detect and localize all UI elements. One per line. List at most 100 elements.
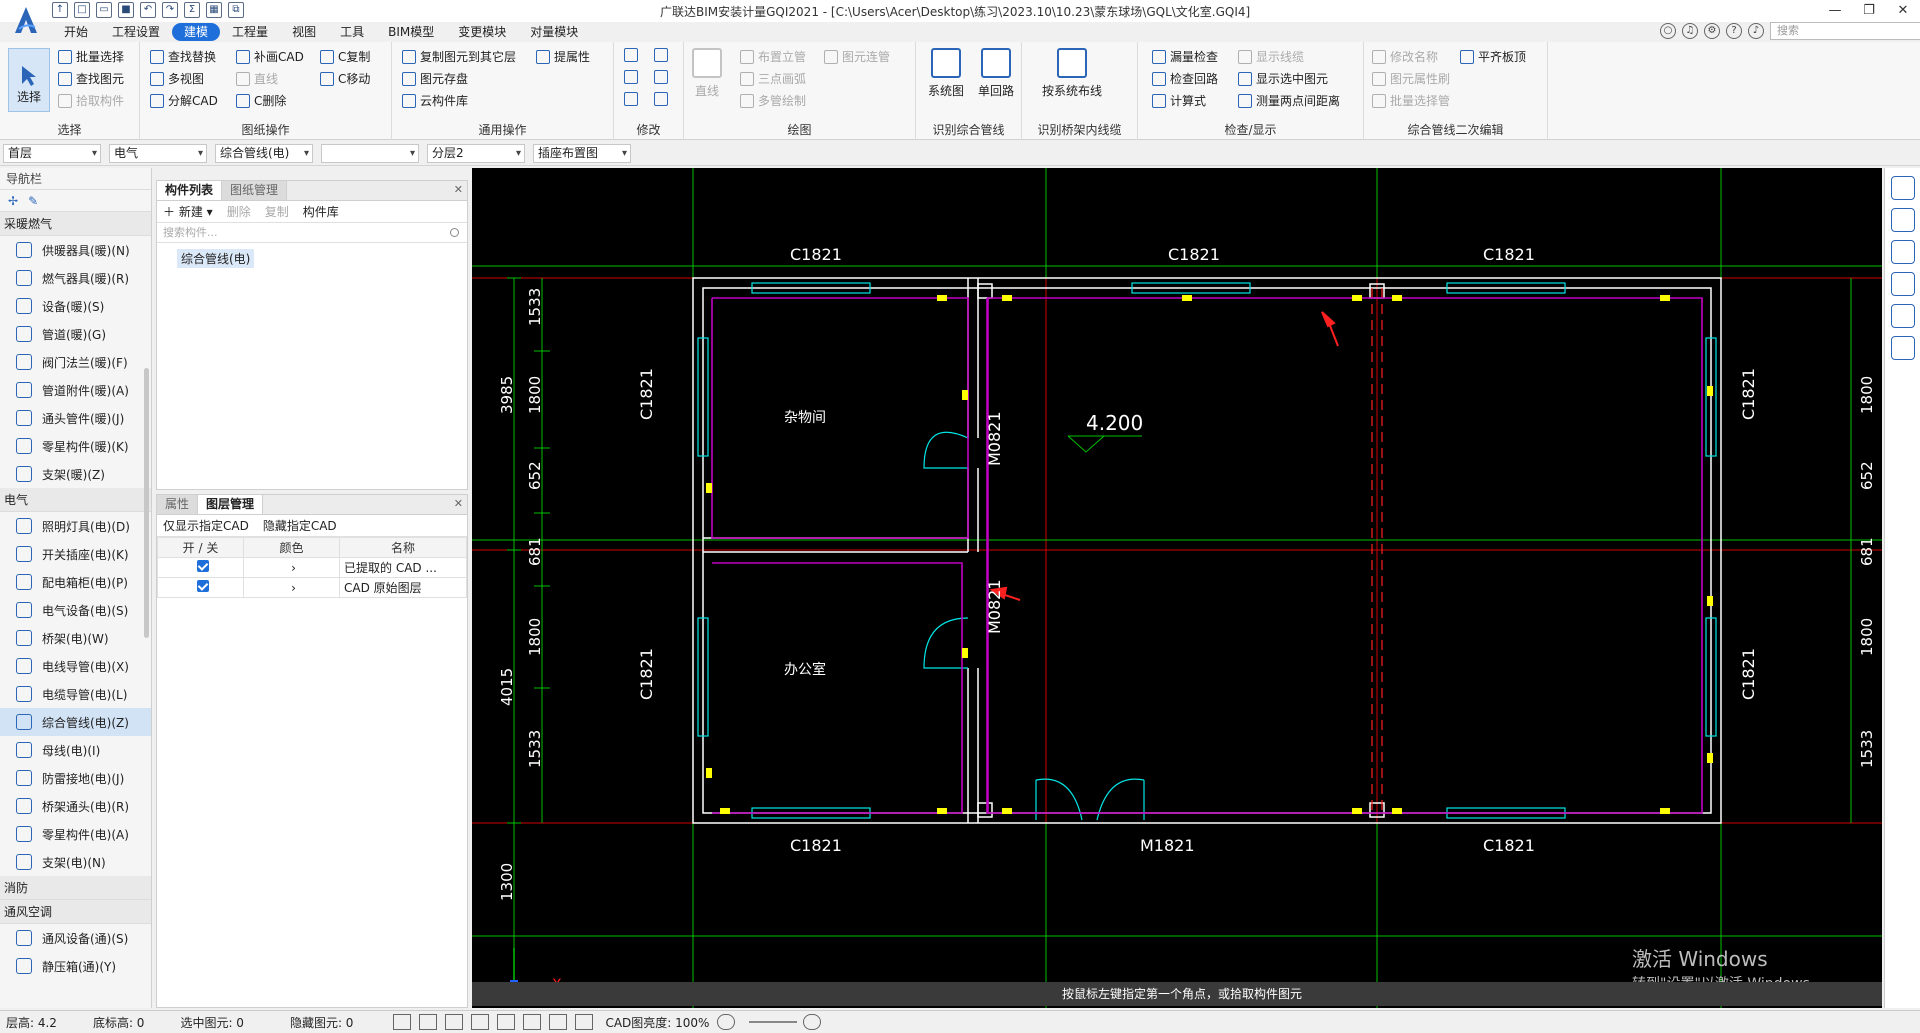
batch-select-pipe-button[interactable]: 批量选择管 [1372, 92, 1450, 109]
component-select[interactable] [321, 144, 419, 163]
rect-select-icon[interactable] [445, 1014, 464, 1030]
measure-distance-button[interactable]: 测量两点间距离 [1238, 92, 1340, 109]
tab-layer-management[interactable]: 图层管理 [198, 495, 264, 514]
nav-category-fire[interactable]: 消防 [0, 876, 151, 900]
nav-category-heating[interactable]: 采暖燃气 [0, 212, 151, 236]
nav-item-lightning-protection[interactable]: 防雷接地(电)(J) [0, 764, 151, 792]
settings-icon[interactable]: ⚙ [1704, 23, 1720, 39]
user-icon[interactable]: ○ [1660, 23, 1676, 39]
nav-item-valve[interactable]: 阀门法兰(暖)(F) [0, 348, 151, 376]
c-delete-button[interactable]: C删除 [236, 92, 286, 109]
nav-category-hvac[interactable]: 通风空调 [0, 900, 151, 924]
tab-compare-module[interactable]: 对量模块 [518, 23, 590, 41]
c-move-button[interactable]: C移动 [320, 70, 370, 87]
tab-change-module[interactable]: 变更模块 [446, 23, 518, 41]
color-expand-icon[interactable]: › [243, 557, 340, 578]
patch-cad-button[interactable]: 补画CAD [236, 48, 304, 65]
component-library-button[interactable]: 构件库 [303, 203, 339, 220]
cross-select-icon[interactable] [497, 1014, 516, 1030]
minimize-button[interactable]: — [1818, 0, 1852, 22]
close-icon[interactable]: ✕ [454, 183, 463, 196]
multi-pipe-button[interactable]: 多管绘制 [740, 92, 806, 109]
properties-icon[interactable] [1890, 336, 1915, 360]
show-only-cad-button[interactable]: 仅显示指定CAD [163, 517, 249, 534]
draw-line-button[interactable]: 直线 [692, 48, 722, 99]
restore-button[interactable]: ❐ [1852, 0, 1886, 22]
bell-icon[interactable]: ♪ [1748, 23, 1764, 39]
tab-properties[interactable]: 属性 [157, 495, 199, 514]
missing-check-button[interactable]: 漏量检查 [1152, 48, 1218, 65]
cad-canvas[interactable]: C1821 C1821 C1821 C1821 M1821 C1821 C182… [472, 168, 1882, 1008]
floor-select[interactable]: 首层 [3, 144, 101, 163]
tab-tools[interactable]: 工具 [328, 23, 376, 41]
find-element-button[interactable]: 查找图元 [58, 70, 124, 87]
nav-item-support-electrical[interactable]: 支架(电)(N) [0, 848, 151, 876]
cloud-library-button[interactable]: 云构件库 [402, 92, 468, 109]
new-file-icon[interactable]: □ [74, 2, 90, 18]
tab-modeling[interactable]: 建模 [172, 23, 221, 41]
paste-icon[interactable] [654, 48, 668, 62]
upload-icon[interactable]: ↑ [52, 2, 68, 18]
box-view-icon[interactable] [1890, 272, 1915, 296]
batch-select-button[interactable]: 批量选择 [58, 48, 124, 65]
line-button[interactable]: 直线 [236, 70, 278, 87]
rotate-icon[interactable] [654, 92, 668, 106]
formula-button[interactable]: 计算式 [1152, 92, 1206, 109]
nav-scrollbar[interactable] [144, 368, 149, 638]
open-folder-icon[interactable]: ▭ [96, 2, 112, 18]
tab-bim-model[interactable]: BIM模型 [376, 23, 446, 41]
c-copy-button[interactable]: C复制 [320, 48, 370, 65]
nav-item-gas-appliance[interactable]: 燃气器具(暖)(R) [0, 264, 151, 292]
tab-quantities[interactable]: 工程量 [220, 23, 280, 41]
sum-icon[interactable]: Σ [184, 2, 200, 18]
system-diagram-button[interactable]: 系统图 [928, 48, 964, 99]
help-icon[interactable]: ? [1726, 23, 1742, 39]
nav-item-cable-tray[interactable]: 桥架(电)(W) [0, 624, 151, 652]
new-component-button[interactable]: ＋ 新建 ▾ [163, 203, 213, 220]
undo-icon[interactable]: ↶ [140, 2, 156, 18]
single-loop-button[interactable]: 单回路 [978, 48, 1014, 99]
system-wiring-button[interactable]: 按系统布线 [1042, 48, 1102, 99]
save-icon[interactable]: ■ [118, 2, 134, 18]
layer-toggle-checkbox[interactable] [196, 560, 209, 572]
nav-item-heating-equipment[interactable]: 设备(暖)(S) [0, 292, 151, 320]
nav-item-misc-heating[interactable]: 零星构件(暖)(K) [0, 432, 151, 460]
component-search-input[interactable]: 搜索构件... [157, 223, 467, 243]
nav-item-busbar[interactable]: 母线(电)(I) [0, 736, 151, 764]
nav-item-plenum-box[interactable]: 静压箱(通)(Y) [0, 952, 151, 980]
close-button[interactable]: ✕ [1886, 0, 1920, 22]
nav-category-electrical[interactable]: 电气 [0, 488, 151, 512]
pin-icon[interactable]: ✢ [8, 194, 18, 208]
color-expand-icon[interactable]: › [243, 577, 340, 598]
component-type-select[interactable]: 综合管线(电) [215, 144, 313, 163]
nav-item-electrical-equipment[interactable]: 电气设备(电)(S) [0, 596, 151, 624]
extract-attr-button[interactable]: 提属性 [536, 48, 590, 65]
tab-project-settings[interactable]: 工程设置 [100, 23, 172, 41]
rotate-view-icon[interactable] [1890, 304, 1915, 328]
mirror-icon[interactable] [654, 70, 668, 84]
tab-drawing-management[interactable]: 图纸管理 [222, 181, 288, 200]
delete-icon[interactable] [624, 92, 638, 106]
ortho-icon[interactable] [419, 1014, 438, 1030]
explode-cad-button[interactable]: 分解CAD [150, 92, 218, 109]
tab-component-list[interactable]: 构件列表 [157, 181, 223, 200]
align-top-button[interactable]: 平齐板顶 [1460, 48, 1526, 65]
nav-item-wire-conduit[interactable]: 电线导管(电)(X) [0, 652, 151, 680]
component-item[interactable]: 综合管线(电) [177, 249, 255, 268]
snap-point-icon[interactable] [549, 1014, 568, 1030]
nav-item-support-heating[interactable]: 支架(暖)(Z) [0, 460, 151, 488]
delete-component-button[interactable]: 删除 [227, 203, 251, 220]
nav-item-pipe-accessory[interactable]: 管道附件(暖)(A) [0, 376, 151, 404]
nav-item-tray-fitting[interactable]: 桥架通头(电)(R) [0, 792, 151, 820]
copy-component-button[interactable]: 复制 [265, 203, 289, 220]
nav-item-radiator[interactable]: 供暖器具(暖)(N) [0, 236, 151, 264]
sublayer-select[interactable]: 分层2 [427, 144, 525, 163]
nav-item-switch-socket[interactable]: 开关插座(电)(K) [0, 540, 151, 568]
show-selected-button[interactable]: 显示选中图元 [1238, 70, 1328, 87]
find-replace-button[interactable]: 查找替换 [150, 48, 216, 65]
nav-item-combined-pipeline[interactable]: 综合管线(电)(Z) [0, 708, 151, 736]
multi-view-button[interactable]: 多视图 [150, 70, 204, 87]
tab-view[interactable]: 视图 [280, 23, 328, 41]
copy-to-layer-button[interactable]: 复制图元到其它层 [402, 48, 516, 65]
drawing-select[interactable]: 插座布置图 [533, 144, 631, 163]
